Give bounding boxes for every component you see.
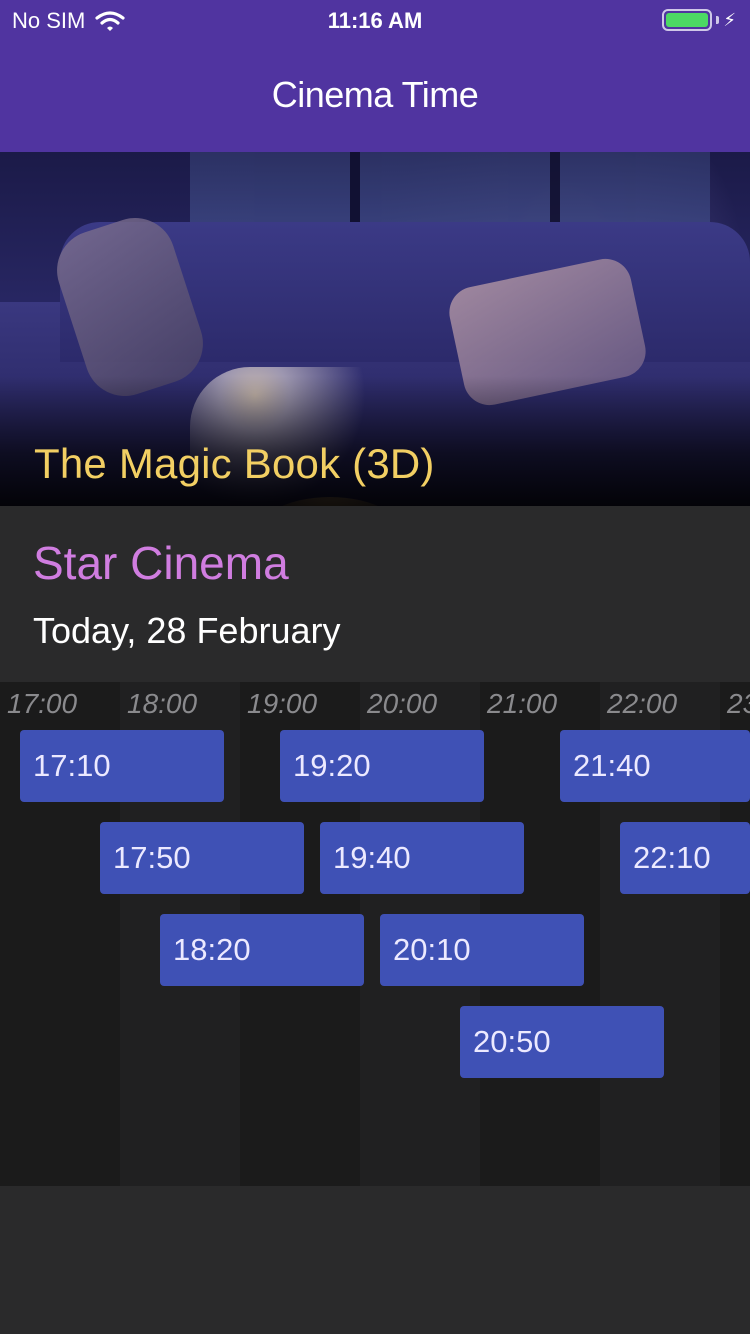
showtime-button[interactable]: 19:40 [320,822,524,894]
showtime-button[interactable]: 20:10 [380,914,584,986]
showtime-button[interactable]: 18:20 [160,914,364,986]
showtime-button[interactable]: 21:40 [560,730,750,802]
showtime-button[interactable]: 19:20 [280,730,484,802]
movie-title: The Magic Book (3D) [34,440,435,487]
show-date: Today, 28 February [33,610,341,651]
hour-label: 17:00 [7,688,78,719]
status-time: 11:16 AM [327,8,423,33]
navigation-header: No SIM 11:16 AM ⚡ Cinema Time [0,0,750,152]
hour-label: 19:00 [247,688,318,719]
battery-icon [662,9,713,31]
cinema-info: Star Cinema Today, 28 February [0,506,750,682]
page-title: Cinema Time [271,74,479,115]
showtime-button[interactable]: 17:50 [100,822,304,894]
showtime-button[interactable]: 17:10 [20,730,224,802]
showtime-timeline[interactable]: 17:00 18:00 19:00 20:00 21:00 22:00 23:0… [0,682,750,1186]
battery-indicator: ⚡ [662,9,736,31]
hour-label: 21:00 [487,688,558,719]
phone-screen: No SIM 11:16 AM ⚡ Cinema Time The Magic … [0,0,750,1334]
hour-label: 20:00 [367,688,438,719]
cinema-name: Star Cinema [33,537,289,589]
hour-label: 22:00 [607,688,678,719]
status-bar: No SIM 11:16 AM ⚡ [0,0,750,40]
movie-banner[interactable]: The Magic Book (3D) [0,152,750,506]
hour-label: 18:00 [127,688,198,719]
showtime-button[interactable]: 20:50 [460,1006,664,1078]
showtime-button[interactable]: 22:10 [620,822,750,894]
hour-label: 23:00 [727,688,750,719]
charging-icon: ⚡ [723,9,736,30]
